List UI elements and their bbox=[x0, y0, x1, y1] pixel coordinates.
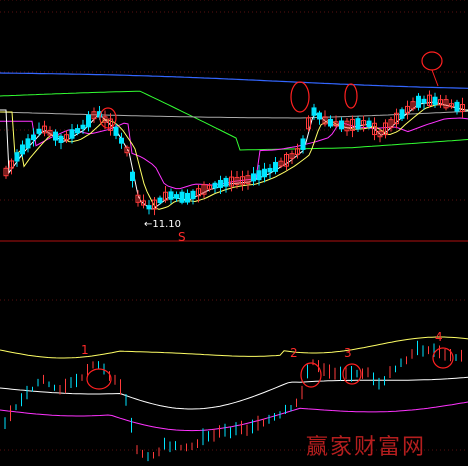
price-candle bbox=[251, 173, 256, 182]
indicator-highlight-circle bbox=[86, 368, 112, 390]
ma-line-blue bbox=[0, 72, 468, 89]
price-candle bbox=[119, 137, 124, 144]
price-candle bbox=[14, 152, 20, 162]
price-candle bbox=[218, 179, 223, 188]
price-candle bbox=[58, 135, 64, 143]
price-candle bbox=[113, 126, 119, 136]
price-candle bbox=[69, 129, 75, 139]
signal-marker: S bbox=[178, 230, 186, 244]
marker-1: 1 bbox=[81, 343, 89, 357]
price-candle bbox=[185, 192, 190, 203]
price-candles bbox=[3, 90, 465, 216]
chart-stage: ←11.10 S 1 2 3 4 赢家财富网 bbox=[0, 0, 468, 466]
price-candle bbox=[328, 118, 333, 127]
ma-line-yellow bbox=[0, 103, 468, 210]
price-candle bbox=[399, 109, 405, 119]
price-candle bbox=[223, 177, 229, 187]
marker-4: 4 bbox=[435, 330, 443, 344]
price-candle bbox=[421, 98, 427, 104]
price-candle bbox=[157, 197, 163, 204]
price-candle bbox=[366, 120, 372, 128]
indicator-highlight-circle bbox=[300, 362, 322, 388]
price-candle bbox=[317, 112, 322, 120]
price-candle bbox=[174, 194, 179, 199]
price-candle bbox=[454, 101, 460, 112]
pointer-line bbox=[431, 69, 439, 87]
upper-band-line bbox=[0, 336, 468, 359]
low-price-label: ←11.10 bbox=[144, 219, 181, 230]
price-highlight-circle bbox=[290, 81, 310, 113]
price-candle bbox=[267, 167, 273, 173]
price-candle bbox=[273, 161, 278, 172]
highlight-circles bbox=[86, 51, 454, 390]
price-candle bbox=[355, 118, 361, 130]
ma-line-white bbox=[0, 101, 468, 210]
price-candle bbox=[256, 170, 262, 181]
price-candle bbox=[300, 138, 306, 150]
price-candle bbox=[36, 128, 42, 134]
price-candle bbox=[179, 191, 185, 203]
price-candle bbox=[75, 128, 80, 134]
watermark: 赢家财富网 bbox=[306, 435, 426, 460]
price-candle bbox=[311, 107, 317, 116]
price-candle bbox=[80, 124, 86, 130]
price-candle bbox=[25, 138, 31, 149]
price-candle bbox=[190, 190, 196, 200]
price-highlight-circle bbox=[344, 83, 358, 109]
price-candle bbox=[416, 95, 421, 108]
price-candle bbox=[146, 205, 152, 210]
price-candle bbox=[31, 134, 36, 141]
price-candle bbox=[339, 120, 344, 130]
grid-lines bbox=[0, 0, 468, 451]
marker-3: 3 bbox=[344, 346, 352, 360]
price-candle bbox=[20, 144, 25, 155]
price-candle bbox=[432, 96, 438, 105]
price-highlight-circle bbox=[421, 51, 443, 71]
lower-band-line bbox=[0, 401, 468, 432]
price-candle bbox=[262, 168, 267, 178]
price-candle bbox=[168, 191, 174, 200]
price-candle bbox=[130, 171, 135, 182]
kline-chart: ←11.10 S 1 2 3 4 赢家财富网 bbox=[0, 0, 468, 462]
series-lines bbox=[0, 72, 468, 432]
price-candle bbox=[212, 182, 218, 189]
price-candle bbox=[53, 131, 58, 141]
price-candle bbox=[86, 114, 91, 128]
marker-2: 2 bbox=[290, 346, 298, 360]
mid-band-line bbox=[0, 376, 468, 410]
ma-line-grey bbox=[0, 110, 468, 119]
